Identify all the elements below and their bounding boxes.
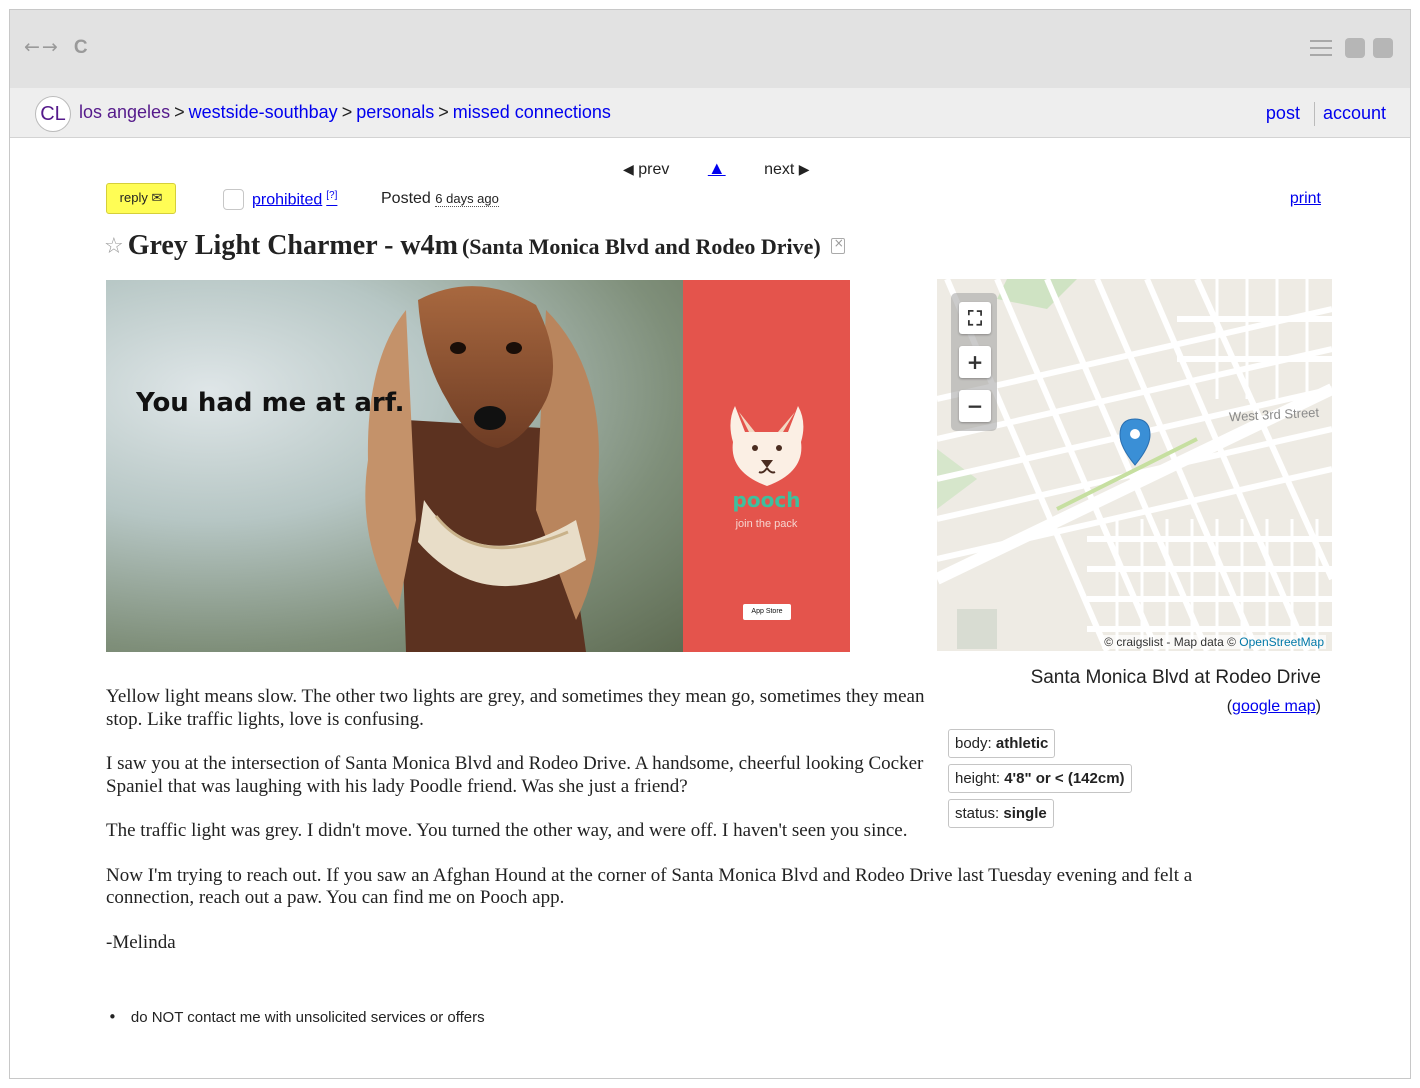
posted-label: Posted xyxy=(381,190,431,207)
map-attribution: © craigslist - Map data © OpenStreetMap xyxy=(1102,635,1326,649)
site-header: CL los angeles > westside-southbay > persona… xyxy=(10,88,1410,138)
reload-icon[interactable]: C xyxy=(74,37,90,59)
notices-list: do NOT contact me with unsolicited servi… xyxy=(108,1008,485,1026)
breadcrumb-missed-connections[interactable]: missed connections xyxy=(453,102,611,122)
menu-icon[interactable] xyxy=(1310,40,1332,56)
breadcrumb-separator: > xyxy=(341,102,353,122)
hide-posting-icon[interactable] xyxy=(830,236,845,254)
breadcrumb-personals[interactable]: personals xyxy=(356,102,434,122)
prohibited-link[interactable]: prohibited [?] xyxy=(252,190,337,209)
prohibited-checkbox[interactable] xyxy=(223,189,244,210)
title-location: (Santa Monica Blvd and Rodeo Drive) xyxy=(461,234,821,259)
posting-image[interactable]: You had me at arf. pooch join the pack A… xyxy=(106,280,850,652)
signature: -Melinda xyxy=(106,931,176,953)
pooch-dog-logo-icon xyxy=(730,406,804,486)
attribution-text: © craigslist - Map data © xyxy=(1104,635,1236,649)
posting-body: Yellow light means slow. The other two l… xyxy=(106,686,1256,976)
breadcrumb-separator: > xyxy=(174,102,185,122)
favorite-star-icon[interactable]: ☆ xyxy=(104,234,124,259)
dog-illustration-icon xyxy=(365,286,600,652)
breadcrumb-los-angeles[interactable]: los angeles xyxy=(79,102,170,122)
forward-arrow-icon[interactable]: → xyxy=(42,36,60,58)
app-store-badge[interactable]: App Store xyxy=(743,604,791,620)
posted-time: 6 days ago xyxy=(435,191,499,207)
prohibited-help-link[interactable]: [?] xyxy=(326,190,337,201)
pooch-brand: pooch xyxy=(732,488,801,512)
zoom-out-button[interactable]: − xyxy=(959,390,991,422)
next-arrow-icon: ▶ xyxy=(798,161,810,177)
fullscreen-icon[interactable]: ⛶ xyxy=(959,302,991,334)
posting-nav: ◀ prev ▲ next ▶ xyxy=(623,158,810,179)
openstreetmap-link[interactable]: OpenStreetMap xyxy=(1239,635,1324,649)
prohibited-label: prohibited xyxy=(252,191,323,209)
body-paragraph: Yellow light means slow. The other two l… xyxy=(106,686,925,730)
afghan-hound-photo: You had me at arf. xyxy=(106,280,683,652)
next-label: next xyxy=(764,161,795,178)
body-paragraph: Now I'm trying to reach out. If you saw … xyxy=(106,864,1193,909)
breadcrumb-westside-southbay[interactable]: westside-southbay xyxy=(189,102,338,122)
pooch-ad-panel: pooch join the pack App Store xyxy=(683,280,850,652)
zoom-in-button[interactable]: + xyxy=(959,346,991,378)
posting-title: ☆ Grey Light Charmer - w4m (Santa Monica… xyxy=(104,230,845,262)
reply-button[interactable]: reply ✉ xyxy=(106,183,176,214)
breadcrumb-separator: > xyxy=(438,102,449,122)
map-controls: ⛶ + − xyxy=(951,293,997,431)
next-link[interactable]: next ▶ xyxy=(764,161,809,178)
prev-label: prev xyxy=(638,161,670,178)
craigslist-logo[interactable]: CL xyxy=(35,96,71,132)
body-paragraph: I saw you at the intersection of Santa M… xyxy=(106,753,924,797)
prev-link[interactable]: ◀ prev xyxy=(623,161,669,178)
print-link[interactable]: print xyxy=(1290,190,1321,208)
header-links: post account xyxy=(1266,102,1386,126)
title-text: Grey Light Charmer - w4m xyxy=(127,230,458,261)
back-arrow-icon[interactable]: ← xyxy=(24,36,42,58)
body-paragraph: The traffic light was grey. I didn't mov… xyxy=(106,820,908,841)
ad-tagline: You had me at arf. xyxy=(136,388,405,418)
header-divider xyxy=(1313,102,1315,126)
notice-item: do NOT contact me with unsolicited servi… xyxy=(108,1008,485,1026)
prev-arrow-icon: ◀ xyxy=(623,161,634,177)
browser-toolbar: ←→ C xyxy=(10,10,1410,88)
window-button-minimize-icon[interactable] xyxy=(1345,38,1365,58)
window-button-close-icon[interactable] xyxy=(1373,38,1393,58)
posted-info: Posted 6 days ago xyxy=(381,190,499,208)
browser-nav: ←→ C xyxy=(24,36,90,59)
account-link[interactable]: account xyxy=(1323,103,1386,123)
pooch-tagline: join the pack xyxy=(735,518,798,530)
location-map[interactable]: West 3rd Street ⛶ + − © craigslist - Map… xyxy=(937,279,1332,651)
breadcrumb: los angeles > westside-southbay > personals >… xyxy=(79,102,611,123)
up-arrow-icon[interactable]: ▲ xyxy=(708,158,726,178)
browser-window: ←→ C CL los angeles > westside-southbay > pe… xyxy=(9,9,1411,1079)
post-link[interactable]: post xyxy=(1266,103,1300,123)
